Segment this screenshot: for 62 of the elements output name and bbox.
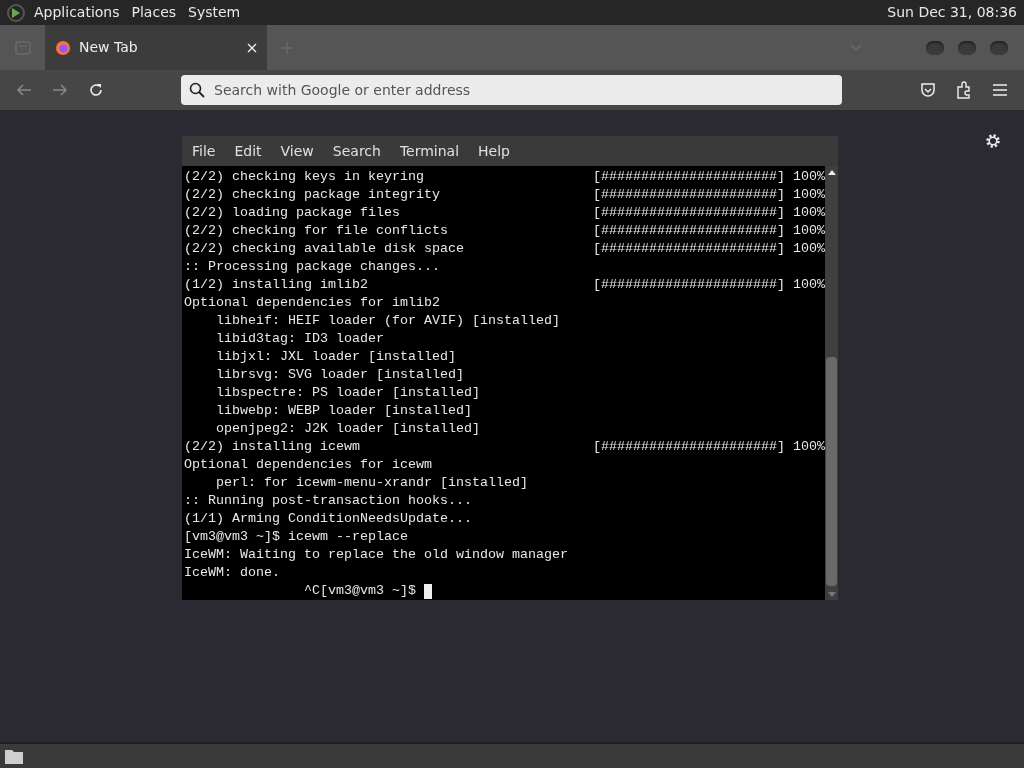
forward-icon[interactable]: [52, 83, 68, 97]
terminal-line: libjxl: JXL loader [installed]: [215, 348, 456, 366]
scrollbar[interactable]: [825, 166, 838, 600]
terminal-line: (2/2) checking keys in keyring: [184, 168, 424, 186]
terminal-line: perl: for icewm-menu-xrandr [installed]: [215, 474, 528, 492]
progress-text: [######################] 100%: [593, 186, 825, 204]
window-button[interactable]: [926, 40, 944, 55]
progress-text: [######################] 100%: [593, 168, 825, 186]
panel-menu[interactable]: System: [188, 2, 241, 23]
back-icon[interactable]: [16, 83, 32, 97]
terminal-menu-item[interactable]: Edit: [234, 140, 262, 162]
puzzle-piece-icon[interactable]: [956, 81, 972, 99]
terminal-menu-item[interactable]: Help: [478, 140, 510, 162]
progress-text: [######################] 100%: [593, 204, 825, 222]
terminal-line: Optional dependencies for icewm: [184, 456, 432, 474]
scroll-down-icon[interactable]: [827, 590, 836, 598]
terminal-line: librsvg: SVG loader [installed]: [215, 366, 464, 384]
terminal-menu-item[interactable]: View: [280, 140, 314, 162]
terminal-line: openjpeg2: J2K loader [installed]: [215, 420, 480, 438]
terminal-line: libwebp: WEBP loader [installed]: [215, 402, 472, 420]
terminal-line: [vm3@vm3 ~]$ icewm --replace: [184, 528, 408, 546]
search-icon: [189, 82, 205, 98]
clock[interactable]: Sun Dec 31, 08:36: [887, 2, 1018, 23]
progress-text: [######################] 100%: [593, 438, 825, 456]
scrollbar-thumb[interactable]: [826, 357, 837, 586]
terminal-line: (1/2) installing imlib2: [184, 276, 368, 294]
folder-icon[interactable]: [4, 747, 24, 765]
browser-logo-icon: [55, 39, 71, 56]
address-bar[interactable]: Search with Google or enter address: [181, 75, 842, 105]
terminal-line: :: Running post-transaction hooks...: [184, 492, 472, 510]
browser-tab[interactable]: New Tab: [45, 25, 267, 70]
terminal-line: Optional dependencies for imlib2: [184, 294, 440, 312]
pocket-icon[interactable]: [920, 82, 936, 98]
terminal-line: (2/2) checking available disk space: [184, 240, 464, 258]
panel-menu[interactable]: Applications: [34, 2, 120, 23]
terminal-line: ^C[vm3@vm3 ~]$: [302, 582, 417, 600]
menu-icon[interactable]: [992, 83, 1008, 97]
terminal-line: libheif: HEIF loader (for AVIF) [installed]: [215, 312, 560, 330]
terminal-line: :: Processing package changes...: [184, 258, 440, 276]
terminal-menu-item[interactable]: Search: [332, 140, 381, 162]
terminal-line: (2/2) installing icewm: [184, 438, 360, 456]
progress-text: [######################] 100%: [593, 222, 825, 240]
progress-text: [######################] 100%: [593, 276, 825, 294]
terminal-menu-item[interactable]: File: [192, 140, 216, 162]
progress-text: [######################] 100%: [593, 240, 825, 258]
logo-icon[interactable]: [6, 2, 26, 23]
terminal-line: libspectre: PS loader [installed]: [215, 384, 480, 402]
window-button[interactable]: [958, 40, 976, 55]
terminal-line: (2/2) checking for file conflicts: [184, 222, 448, 240]
terminal-line: (2/2) checking package integrity: [184, 186, 440, 204]
close-icon[interactable]: [247, 42, 257, 53]
terminal-menu-item[interactable]: Terminal: [399, 140, 460, 162]
settings-icon[interactable]: [985, 133, 1001, 149]
terminal-line: (1/1) Arming ConditionNeedsUpdate...: [184, 510, 472, 528]
terminal-line: IceWM: done.: [184, 564, 280, 582]
reload-icon[interactable]: [88, 82, 104, 98]
panel-menu[interactable]: Places: [131, 2, 177, 23]
scroll-up-icon[interactable]: [827, 169, 836, 177]
window-button[interactable]: [990, 40, 1008, 55]
terminal-line: libid3tag: ID3 loader: [215, 330, 384, 348]
terminal-line: (2/2) loading package files: [184, 204, 400, 222]
terminal-line: IceWM: Waiting to replace the old window manager: [184, 546, 568, 564]
